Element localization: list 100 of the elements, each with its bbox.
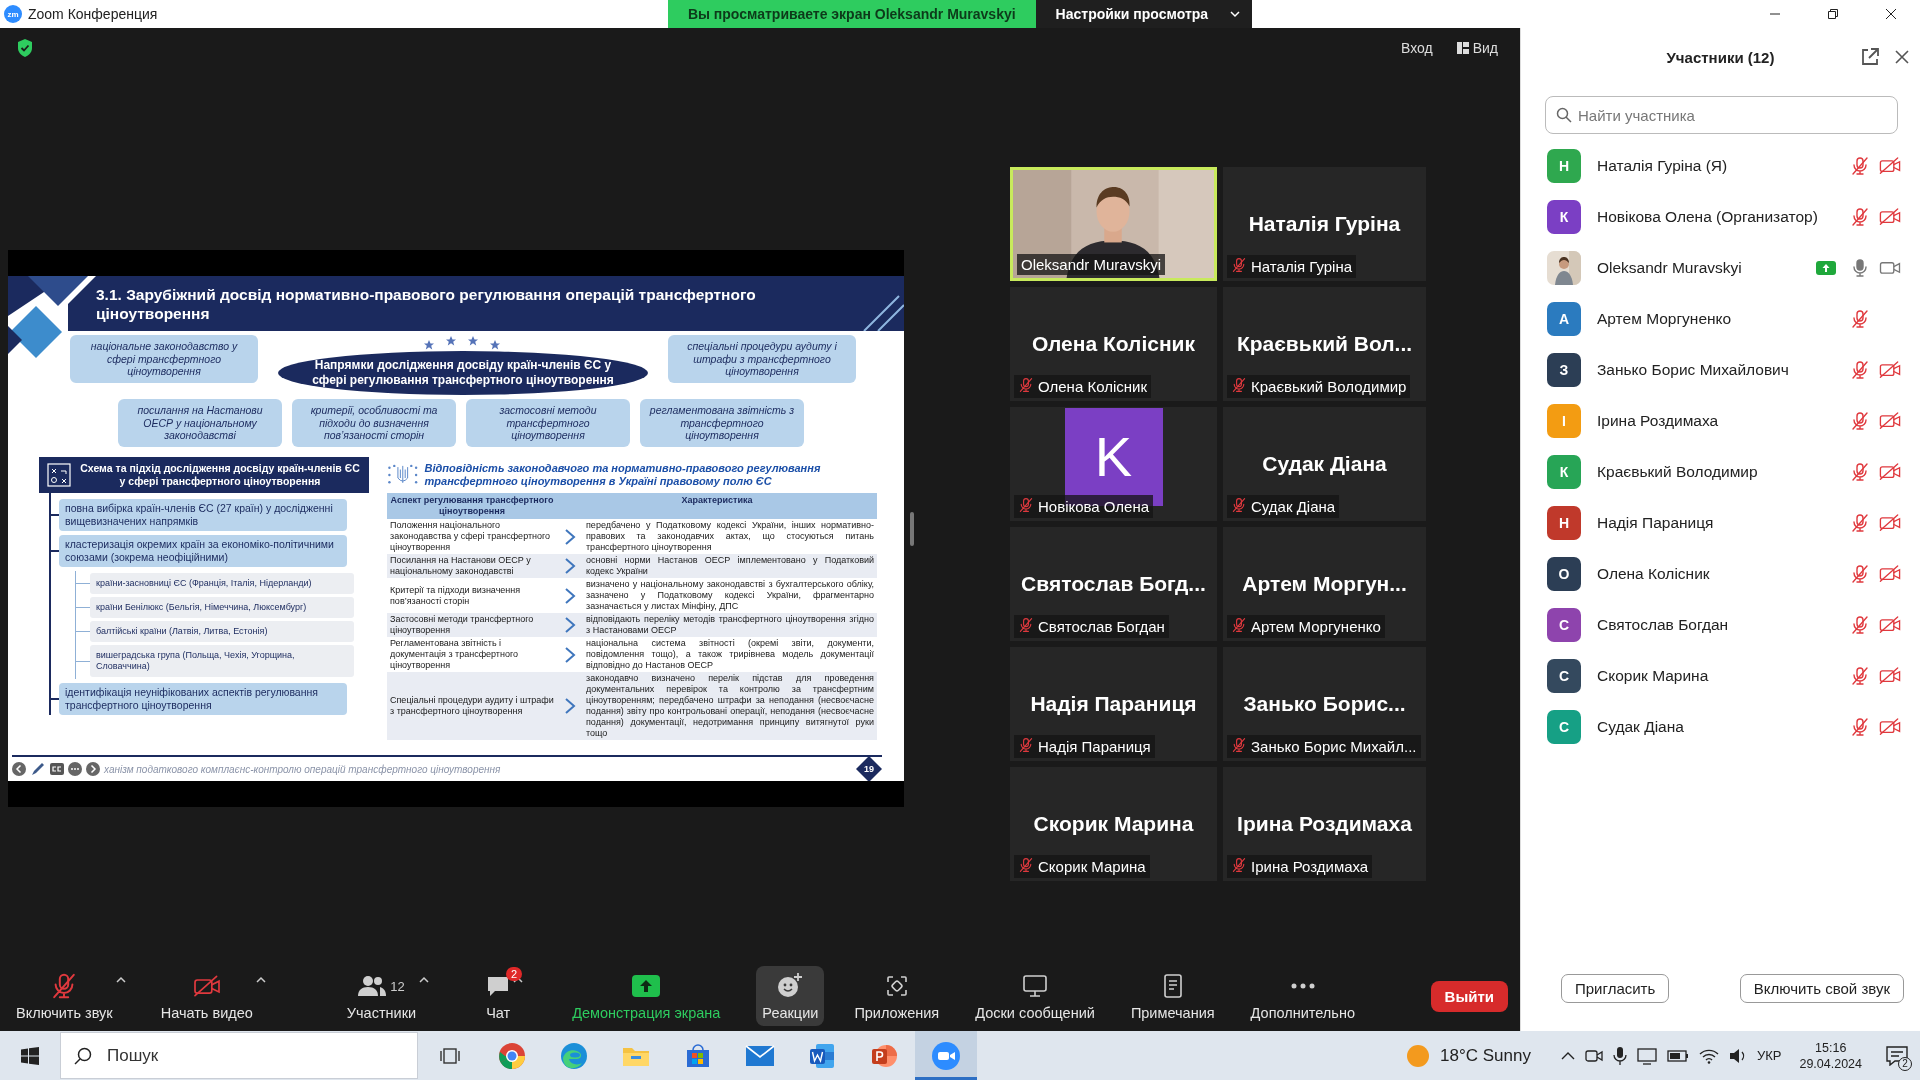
scheme-header: Схема та підхід дослідження досвіду країн-членів ЄС у сфері трансфертного ціноутворення [39, 457, 369, 493]
avatar: К [1547, 199, 1581, 234]
language-indicator[interactable]: УКР [1756, 1048, 1782, 1063]
next-icon[interactable] [86, 762, 100, 776]
unmute-button[interactable]: Включить свой звук [1739, 973, 1904, 1003]
view-options-button[interactable]: Настройки просмотра [1035, 0, 1253, 28]
speaker-icon[interactable] [1728, 1047, 1747, 1064]
captions-icon[interactable] [50, 763, 64, 775]
video-off-icon [1878, 206, 1902, 227]
search-field[interactable]: Найти участника [1545, 96, 1898, 134]
mic-muted-icon [1231, 256, 1247, 273]
diagram-icon [47, 463, 71, 487]
toolbar-button[interactable]: Дополнительно [1244, 966, 1361, 1026]
participant-name: Артем Моргун... [1242, 571, 1407, 596]
caret-icon[interactable] [418, 975, 431, 985]
smiley-icon [776, 972, 805, 1000]
avatar: Н [1547, 505, 1581, 540]
sign-in-button[interactable]: Вход [1393, 36, 1441, 60]
video-off-icon [1878, 512, 1902, 533]
app-logo: zm [4, 5, 22, 23]
toolbar-button[interactable]: 2 Чат [480, 966, 531, 1026]
resize-handle[interactable] [910, 511, 914, 546]
leave-button[interactable]: Выйти [1430, 980, 1508, 1012]
display-icon[interactable] [1636, 1046, 1657, 1065]
scheme-subitem: країни Бенілюкс (Бельгія, Німеччина, Люксембург) [90, 597, 354, 618]
name-label: Наталія Гуріна [1227, 254, 1356, 278]
participant-row[interactable]: С Святослав Богдан [1521, 599, 1920, 650]
slide-footer: ханізм податкового комплаєнс-контролю операцій трансфертного ціноутворення [104, 763, 501, 775]
toolbar-button[interactable]: Демонстрация экрана [566, 966, 727, 1026]
video-off-icon [1878, 563, 1902, 584]
toolbar-button[interactable]: Включить звук [10, 966, 133, 1026]
table-cell: Застосовні методи трансфертного ціноутворення [387, 613, 557, 637]
view-button[interactable]: Вид [1448, 36, 1506, 60]
name-label: Занько Борис Михайл... [1227, 734, 1421, 758]
mic-muted-icon [1018, 856, 1034, 873]
weather-text[interactable]: 18°C Sunny [1440, 1045, 1531, 1066]
store-icon [685, 1042, 711, 1069]
battery-icon[interactable] [1666, 1049, 1689, 1062]
windows-start-icon[interactable] [21, 1046, 39, 1065]
participant-name: Скорик Марина [1033, 811, 1194, 836]
toolbar-button[interactable]: Начать видео [154, 966, 273, 1026]
toolbar-button[interactable]: Примечания [1124, 966, 1221, 1026]
mic-icon[interactable] [1612, 1045, 1627, 1066]
wifi-icon[interactable] [1698, 1047, 1719, 1064]
participant-name: Краєвький Вол... [1236, 331, 1413, 356]
previous-icon[interactable] [12, 762, 26, 776]
video-off-icon [191, 974, 222, 998]
toolbar-button[interactable]: 12 Участники [340, 966, 437, 1026]
restore-icon [1827, 8, 1839, 20]
clock-time[interactable]: 15:16 [1815, 1039, 1847, 1056]
search-icon [74, 1047, 92, 1065]
panel-title: Участники (12) [1666, 48, 1775, 66]
participant-row[interactable]: Н Наталія Гуріна (Я) [1521, 140, 1920, 191]
direction-box: критерії, особливості та підходи до визначення пов’язаності сторін [292, 399, 456, 447]
participant-row[interactable]: С Судак Діана [1521, 701, 1920, 752]
participant-row[interactable]: С Скорик Марина [1521, 650, 1920, 701]
scheme-item: повна вибірка країн-членів ЄС (27 країн) у дослідженні вищевизначених напрямків [59, 499, 347, 531]
participant-row[interactable]: З Занько Борис Михайлович [1521, 344, 1920, 395]
toolbar-button[interactable]: Реакции [756, 966, 825, 1026]
notifications-button[interactable]: 2 [1880, 1040, 1914, 1071]
mic-muted-icon [1231, 856, 1247, 873]
participant-row[interactable]: І Ірина Роздимаха [1521, 395, 1920, 446]
share-banner: Вы просматриваете экран Oleksandr Muravskyi [667, 0, 1036, 28]
mic-muted-icon [1850, 410, 1870, 431]
clock-date[interactable]: 29.04.2024 [1799, 1055, 1862, 1072]
taskbar-search-field[interactable]: Пошук [60, 1032, 418, 1079]
mic-muted-icon [1850, 614, 1870, 635]
mic-muted-icon [1231, 616, 1247, 633]
pen-icon[interactable] [30, 762, 46, 776]
video-off-icon [1878, 461, 1902, 482]
participant-row[interactable]: К Краєвький Володимир [1521, 446, 1920, 497]
participant-row[interactable]: Oleksandr Muravskyi [1521, 242, 1920, 293]
task-view-icon [440, 1046, 460, 1065]
chevron-up-icon[interactable] [1560, 1050, 1575, 1061]
research-directions-oval: Напрямки дослідження досвіду країн-членів ЄС у сфері регулювання трансфертного ціноутворення [278, 351, 648, 395]
security-shield-icon[interactable] [16, 38, 34, 58]
scheme-subitem: вишеградська група (Польща, Чехія, Угорщина, Словаччина) [90, 645, 354, 677]
participant-row[interactable]: О Олена Колісник [1521, 548, 1920, 599]
pop-out-icon[interactable] [1860, 47, 1880, 67]
table-cell: Посилання на Настанови ОЕСР у національному законодавстві [387, 554, 557, 578]
layout-icon [1456, 42, 1469, 54]
direction-box: національне законодавство у сфері трансфертного ціноутворення [70, 335, 258, 383]
caret-icon[interactable] [254, 975, 267, 985]
participant-row[interactable]: А Артем Моргуненко [1521, 293, 1920, 344]
avatar: З [1547, 352, 1581, 387]
taskbar-app-button[interactable] [915, 1031, 977, 1080]
direction-box: регламентована звітність з трансфертного ціноутворення [640, 399, 804, 447]
avatar: С [1547, 607, 1581, 642]
avatar: О [1547, 556, 1581, 591]
close-icon[interactable] [1894, 49, 1910, 65]
participant-row[interactable]: Н Надія Параниця [1521, 497, 1920, 548]
slide-title: 3.1. Зарубіжний досвід нормативно-правового регулювання операцій трансфертного ціноутворення [96, 284, 757, 323]
invite-button[interactable]: Пригласить [1561, 973, 1670, 1003]
more-icon[interactable] [68, 762, 82, 776]
name-label: Судак Діана [1227, 494, 1340, 518]
caret-icon[interactable] [114, 975, 127, 985]
toolbar-button[interactable]: Доски сообщений [969, 966, 1101, 1026]
name-label: Краєвький Володимир [1227, 374, 1411, 398]
participant-row[interactable]: К Новікова Олена (Организатор) [1521, 191, 1920, 242]
toolbar-button[interactable]: Приложения [848, 966, 946, 1026]
